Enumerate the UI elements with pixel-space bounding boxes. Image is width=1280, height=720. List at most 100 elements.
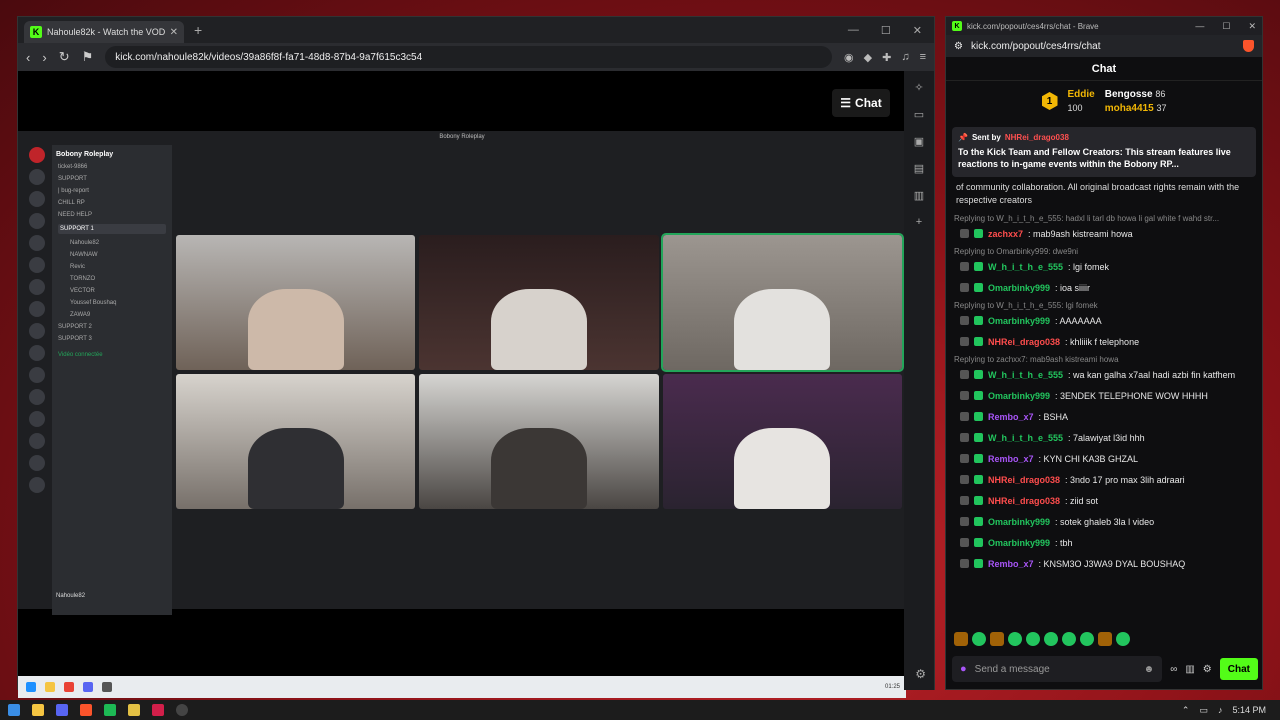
bookmark-icon[interactable]: ⚑ — [82, 49, 94, 65]
chat-message[interactable]: Omarbinky999: AAAAAAA — [954, 310, 1254, 331]
chat-username[interactable]: W_h_i_t_h_e_555 — [988, 370, 1063, 380]
chat-message[interactable]: Rembo_x7: BSHA — [954, 406, 1254, 427]
close-tab-icon[interactable]: ✕ — [170, 27, 178, 38]
chat-username[interactable]: Omarbinky999 — [988, 283, 1050, 293]
emote-icon[interactable] — [1044, 632, 1058, 646]
chat-message[interactable]: Rembo_x7: KYN CHI KA3B GHZAL — [954, 448, 1254, 469]
discord-icon[interactable] — [56, 704, 68, 716]
network-icon[interactable]: ▭ — [1199, 705, 1208, 716]
pinned-message[interactable]: 📌 Sent by NHRei_drago038 To the Kick Tea… — [952, 127, 1256, 177]
obs-icon[interactable] — [176, 704, 188, 716]
extension-icon[interactable]: ◆ — [864, 51, 872, 64]
send-chat-button[interactable]: Chat — [1219, 658, 1258, 680]
chat-toggle-button[interactable]: ☰ Chat — [832, 89, 890, 117]
new-tab-button[interactable]: + — [194, 22, 202, 38]
popout-url[interactable]: kick.com/popout/ces4rrs/chat — [971, 41, 1101, 52]
emote-icon[interactable] — [1098, 632, 1112, 646]
chat-message[interactable]: Omarbinky999: sotek ghaleb 3la l video — [954, 511, 1254, 532]
minimize-icon[interactable]: — — [848, 24, 859, 37]
kicks-icon[interactable]: ∞ — [1170, 664, 1177, 675]
reply-context[interactable]: Replying to zachxx7: mab9ash kistreami h… — [954, 355, 1254, 364]
volume-icon[interactable]: ♪ — [1218, 705, 1223, 715]
menu-icon[interactable]: ≡ — [920, 51, 926, 64]
inner-clock: 01:25 — [884, 684, 900, 690]
reload-icon[interactable]: ↻ — [59, 49, 70, 65]
wallet-icon[interactable]: ▣ — [914, 135, 924, 148]
taskbar-clock[interactable]: 5:14 PM — [1232, 705, 1266, 715]
reading-list-icon[interactable]: ▥ — [914, 189, 924, 202]
bookmarks-icon[interactable]: ▤ — [914, 162, 924, 175]
chat-message[interactable]: Omarbinky999: tbh — [954, 532, 1254, 553]
leo-icon[interactable]: ✧ — [914, 81, 923, 94]
app-icon[interactable] — [152, 704, 164, 716]
media-icon[interactable]: ▭ — [914, 108, 924, 121]
chat-message[interactable]: zachxx7: mab9ash kistreami howa — [954, 223, 1254, 244]
brave-icon[interactable] — [80, 704, 92, 716]
chat-message[interactable]: NHRei_drago038: 3ndo 17 pro max 3lih adr… — [954, 469, 1254, 490]
site-info-icon[interactable]: ⚙ — [954, 41, 963, 52]
extension-icon[interactable]: ◉ — [844, 51, 854, 64]
close-icon[interactable]: ✕ — [913, 24, 922, 37]
emote-icon[interactable] — [990, 632, 1004, 646]
chat-message[interactable]: W_h_i_t_h_e_555: wa kan galha x7aal hadi… — [954, 364, 1254, 385]
chat-username[interactable]: Rembo_x7 — [988, 454, 1034, 464]
emote-icon[interactable] — [1062, 632, 1076, 646]
emote-icon[interactable] — [1026, 632, 1040, 646]
settings-icon[interactable]: ⚙ — [1203, 664, 1212, 675]
emote-icon[interactable] — [972, 632, 986, 646]
chat-username[interactable]: Omarbinky999 — [988, 391, 1050, 401]
microphone-icon[interactable]: ● — [960, 663, 967, 675]
emoji-icon[interactable]: ☻ — [1144, 664, 1155, 675]
chat-username[interactable]: Omarbinky999 — [988, 517, 1050, 527]
chat-username[interactable]: NHRei_drago038 — [988, 496, 1060, 506]
chat-message[interactable]: W_h_i_t_h_e_555: 7alawiyat l3id hhh — [954, 427, 1254, 448]
chat-username[interactable]: Rembo_x7 — [988, 412, 1034, 422]
file-explorer-icon[interactable] — [32, 704, 44, 716]
maximize-icon[interactable]: ☐ — [1222, 21, 1230, 32]
chat-message[interactable]: NHRei_drago038: ziid sot — [954, 490, 1254, 511]
emote-icon[interactable] — [1080, 632, 1094, 646]
chat-username[interactable]: Rembo_x7 — [988, 559, 1034, 569]
emote-icon[interactable] — [954, 632, 968, 646]
chat-username[interactable]: Omarbinky999 — [988, 538, 1050, 548]
maximize-icon[interactable]: ☐ — [881, 24, 891, 37]
brave-shield-icon[interactable] — [1243, 40, 1254, 52]
add-panel-icon[interactable]: + — [916, 216, 922, 228]
chat-username[interactable]: W_h_i_t_h_e_555 — [988, 262, 1063, 272]
url-field[interactable]: kick.com/nahoule82k/videos/39a86f8f-fa71… — [105, 46, 833, 68]
chat-username[interactable]: zachxx7 — [988, 229, 1023, 239]
spotify-icon[interactable] — [104, 704, 116, 716]
close-icon[interactable]: ✕ — [1248, 21, 1256, 32]
chat-username[interactable]: Omarbinky999 — [988, 316, 1050, 326]
forward-icon[interactable]: › — [42, 50, 46, 65]
chat-username[interactable]: W_h_i_t_h_e_555 — [988, 433, 1063, 443]
reply-context[interactable]: Replying to W_h_i_t_h_e_555: hadxl li ta… — [954, 214, 1254, 223]
reply-context[interactable]: Replying to W_h_i_t_h_e_555: lgi fomek — [954, 301, 1254, 310]
message-input[interactable]: ● Send a message ☻ — [952, 656, 1163, 682]
chat-username[interactable]: NHRei_drago038 — [988, 475, 1060, 485]
leader-name[interactable]: Bengosse — [1105, 89, 1153, 100]
chat-message[interactable]: NHRei_drago038: khliiik f telephone — [954, 331, 1254, 352]
video-player[interactable]: ☰ Chat Bobony Roleplay Bobony Roleplay t… — [18, 71, 906, 698]
reply-context[interactable]: Replying to Omarbinky999: dwe9ni — [954, 247, 1254, 256]
settings-gear-icon[interactable]: ⚙ — [915, 667, 926, 681]
app-icon[interactable] — [128, 704, 140, 716]
minimize-icon[interactable]: — — [1195, 21, 1204, 32]
puzzle-icon[interactable]: ✚ — [882, 51, 891, 64]
chat-message[interactable]: W_h_i_t_h_e_555: lgi fomek — [954, 256, 1254, 277]
chat-message[interactable]: Omarbinky999: ioa siiiir — [954, 277, 1254, 298]
chat-message[interactable]: Omarbinky999: 3ENDEK TELEPHONE WOW HHHH — [954, 385, 1254, 406]
pinned-username[interactable]: NHRei_drago038 — [1005, 133, 1069, 142]
music-icon[interactable]: ♫ — [901, 51, 909, 64]
emote-icon[interactable] — [1116, 632, 1130, 646]
browser-tab[interactable]: K Nahoule82k - Watch the VOD ✕ — [24, 21, 184, 43]
chat-message[interactable]: Rembo_x7: KNSM3O J3WA9 DYAL BOUSHAQ — [954, 553, 1254, 574]
leader-name[interactable]: moha4415 — [1105, 103, 1154, 114]
chevron-up-icon[interactable]: ⌃ — [1182, 705, 1190, 716]
chat-username[interactable]: NHRei_drago038 — [988, 337, 1060, 347]
back-icon[interactable]: ‹ — [26, 50, 30, 65]
gift-icon[interactable]: ▥ — [1185, 664, 1194, 675]
leader-name[interactable]: Eddie — [1068, 89, 1095, 100]
emote-icon[interactable] — [1008, 632, 1022, 646]
windows-start-icon[interactable] — [8, 704, 20, 716]
